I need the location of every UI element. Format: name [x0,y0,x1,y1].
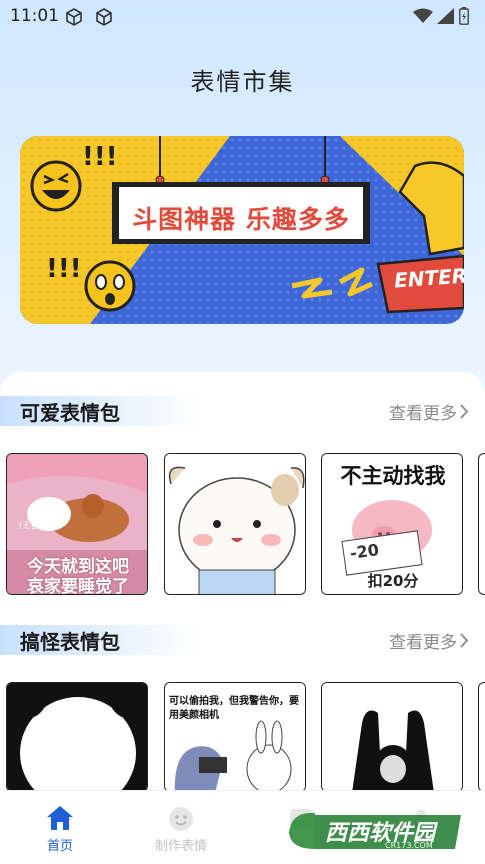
tab-label: 制作表情 [154,839,207,854]
meme-card-panda[interactable] [6,682,148,792]
banner-key-label: ENTER [393,263,464,293]
status-icons [413,7,469,25]
meme-card-camera[interactable]: 可以偷拍我，但我警告你，要用美颜相机 [164,682,306,792]
tab-label: 首页 [46,839,73,854]
smiley-icon [169,807,193,831]
meme-image [322,683,462,791]
wifi-icon [413,8,433,23]
section-title: 搞怪表情包 [20,630,120,654]
battery-icon [459,7,469,25]
meme-card-cute-cat[interactable] [164,453,306,595]
chevron-right-icon[interactable] [460,404,469,419]
signal-icon [437,8,454,24]
section-title: 可爱表情包 [20,401,120,425]
promo-banner[interactable]: 斗图神器 乐趣多多 !!! !!! ENTER [20,136,464,324]
banner-exclaim-top: !!! [82,142,118,172]
meme-card-pig[interactable]: 不主动找我 -20 扣20分 [321,453,463,595]
card-caption: 哀家要睡觉了 [27,577,129,595]
tab-home[interactable]: 首页 [10,791,110,864]
meme-card-panda-man[interactable] [321,682,463,792]
section-header-funny: 搞怪表情包 查看更多 [0,625,485,655]
card-caption: 不主动找我 [340,464,446,488]
card-badge: (王者手语) [19,521,58,530]
card-note: -20 [348,540,381,563]
home-icon [47,806,73,830]
section-header-cute: 可爱表情包 查看更多 [0,396,485,426]
banner-exclaim-bottom: !!! [46,254,82,284]
watermark-sub: CR173.COM [385,841,433,850]
meme-card-partial[interactable] [478,453,485,595]
card-caption: 可以偷拍我，但我警告你，要用美颜相机 [169,696,299,721]
meme-image [7,683,147,791]
site-watermark: 西西软件园 CR173.COM [285,805,465,855]
view-more-link[interactable]: 查看更多 [389,628,457,653]
status-time: 11:01 [10,6,59,26]
cube-icon [96,8,112,26]
tab-make-meme[interactable]: 制作表情 [131,791,231,864]
meme-card-sleeping-mouse[interactable]: (王者手语) 今天就到这吧 哀家要睡觉了 [6,453,148,595]
card-caption: 扣20分 [367,572,419,590]
status-bar: 11:01 [0,0,485,34]
page-title: 表情市集 [190,68,295,96]
meme-image [165,454,305,594]
banner-headline: 斗图神器 乐趣多多 [132,205,350,234]
chevron-right-icon[interactable] [460,633,469,648]
cube-icon [66,8,82,26]
view-more-link[interactable]: 查看更多 [389,399,457,424]
meme-card-partial[interactable] [478,682,485,792]
